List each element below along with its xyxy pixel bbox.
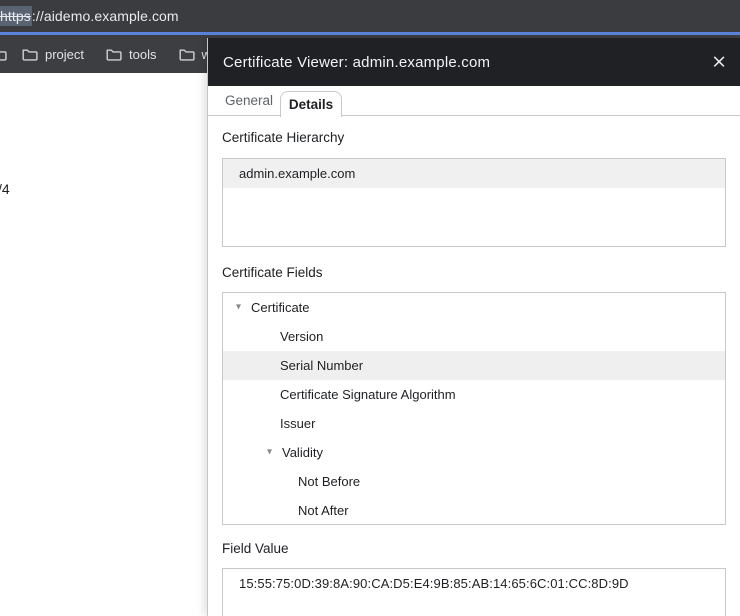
- tree-item-label: Certificate Signature Algorithm: [280, 387, 456, 402]
- tree-item-validity[interactable]: ▾ Validity: [223, 438, 725, 467]
- tree-item-certificate-signature-algorithm[interactable]: Certificate Signature Algorithm: [223, 380, 725, 409]
- tab-details[interactable]: Details: [280, 91, 342, 117]
- tree-item-label: Version: [280, 329, 323, 344]
- bookmark-item-partial[interactable]: [0, 48, 7, 61]
- tree-item-serial-number[interactable]: Serial Number: [223, 351, 725, 380]
- bookmark-item-tools[interactable]: tools: [106, 47, 156, 62]
- page-background: /4: [0, 73, 207, 616]
- expand-arrow-icon[interactable]: ▾: [236, 302, 241, 312]
- folder-icon: [0, 48, 7, 61]
- tree-item-label: Not After: [298, 503, 349, 518]
- folder-icon: [179, 48, 195, 61]
- dialog-header: Certificate Viewer: admin.example.com ×: [208, 38, 740, 86]
- folder-icon: [106, 48, 122, 61]
- dialog-title: Certificate Viewer: admin.example.com: [223, 54, 490, 71]
- certificate-hierarchy-label: Certificate Hierarchy: [222, 130, 344, 145]
- tree-item-certificate[interactable]: ▾ Certificate: [223, 293, 725, 322]
- page-text: /4: [0, 181, 10, 197]
- tree-item-label: Validity: [282, 445, 323, 460]
- certificate-viewer-dialog: Certificate Viewer: admin.example.com × …: [207, 38, 740, 616]
- field-value-box[interactable]: 15:55:75:0D:39:8A:90:CA:D5:E4:9B:85:AB:1…: [222, 568, 726, 616]
- bookmark-item-project[interactable]: project: [22, 47, 84, 62]
- tab-general[interactable]: General: [221, 86, 277, 116]
- tree-item-not-after[interactable]: Not After: [223, 496, 725, 525]
- field-value-label: Field Value: [222, 541, 289, 556]
- hierarchy-item-label: admin.example.com: [239, 166, 355, 181]
- browser-window: https://aidemo.example.com project tools…: [0, 0, 740, 616]
- folder-icon: [22, 48, 38, 61]
- tree-item-label: Issuer: [280, 416, 315, 431]
- url-scheme[interactable]: https: [0, 6, 32, 26]
- url-text[interactable]: https://aidemo.example.com: [0, 8, 179, 24]
- close-icon[interactable]: ×: [711, 53, 727, 72]
- tree-item-version[interactable]: Version: [223, 322, 725, 351]
- bookmark-label: tools: [129, 47, 156, 62]
- tree-item-label: Certificate: [251, 300, 310, 315]
- hierarchy-item-admin-example-com[interactable]: admin.example.com: [223, 159, 725, 188]
- address-bar[interactable]: https://aidemo.example.com: [0, 0, 740, 32]
- bookmark-label: project: [45, 47, 84, 62]
- expand-arrow-icon[interactable]: ▾: [267, 447, 272, 457]
- certificate-fields-label: Certificate Fields: [222, 265, 323, 280]
- tree-item-issuer[interactable]: Issuer: [223, 409, 725, 438]
- url-rest[interactable]: ://aidemo.example.com: [32, 8, 179, 24]
- tree-item-not-before[interactable]: Not Before: [223, 467, 725, 496]
- tab-strip: General Details: [208, 86, 740, 116]
- certificate-hierarchy-box: admin.example.com: [222, 158, 726, 247]
- tree-item-label: Serial Number: [280, 358, 363, 373]
- tree-item-label: Not Before: [298, 474, 360, 489]
- field-value-text: 15:55:75:0D:39:8A:90:CA:D5:E4:9B:85:AB:1…: [223, 569, 725, 598]
- certificate-fields-tree: ▾ Certificate Version Serial Number Cert…: [222, 292, 726, 525]
